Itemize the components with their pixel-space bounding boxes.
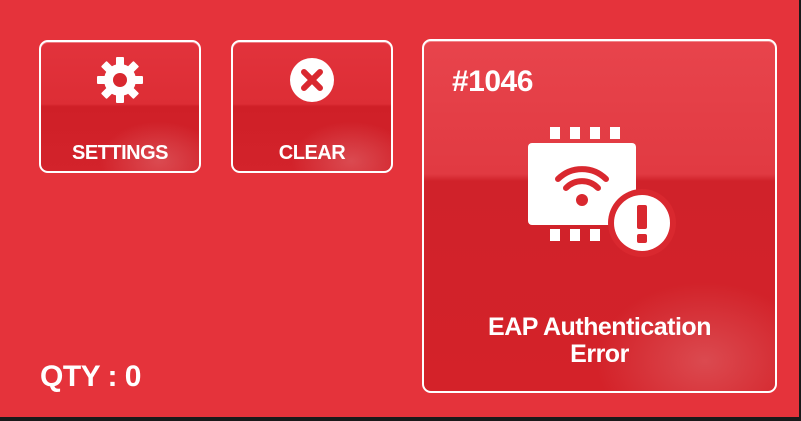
wifi-chip-error-icon <box>528 127 676 257</box>
error-panel: SETTINGS CLEAR #1046 EAP Authentication … <box>0 0 801 421</box>
gear-icon <box>97 57 143 103</box>
quantity-counter: QTY : 0 <box>40 360 141 393</box>
clear-button[interactable]: CLEAR <box>231 40 393 173</box>
close-circle-icon <box>290 58 334 102</box>
error-code: #1046 <box>452 65 533 98</box>
error-title-line-2: Error <box>570 340 629 368</box>
settings-label: SETTINGS <box>71 142 169 164</box>
clear-label: CLEAR <box>278 142 346 164</box>
error-card: #1046 EAP Authentication Error <box>422 39 777 393</box>
error-title-line-1: EAP Authentication <box>488 313 711 341</box>
error-title: EAP Authentication Error <box>424 314 775 368</box>
settings-button[interactable]: SETTINGS <box>39 40 201 173</box>
